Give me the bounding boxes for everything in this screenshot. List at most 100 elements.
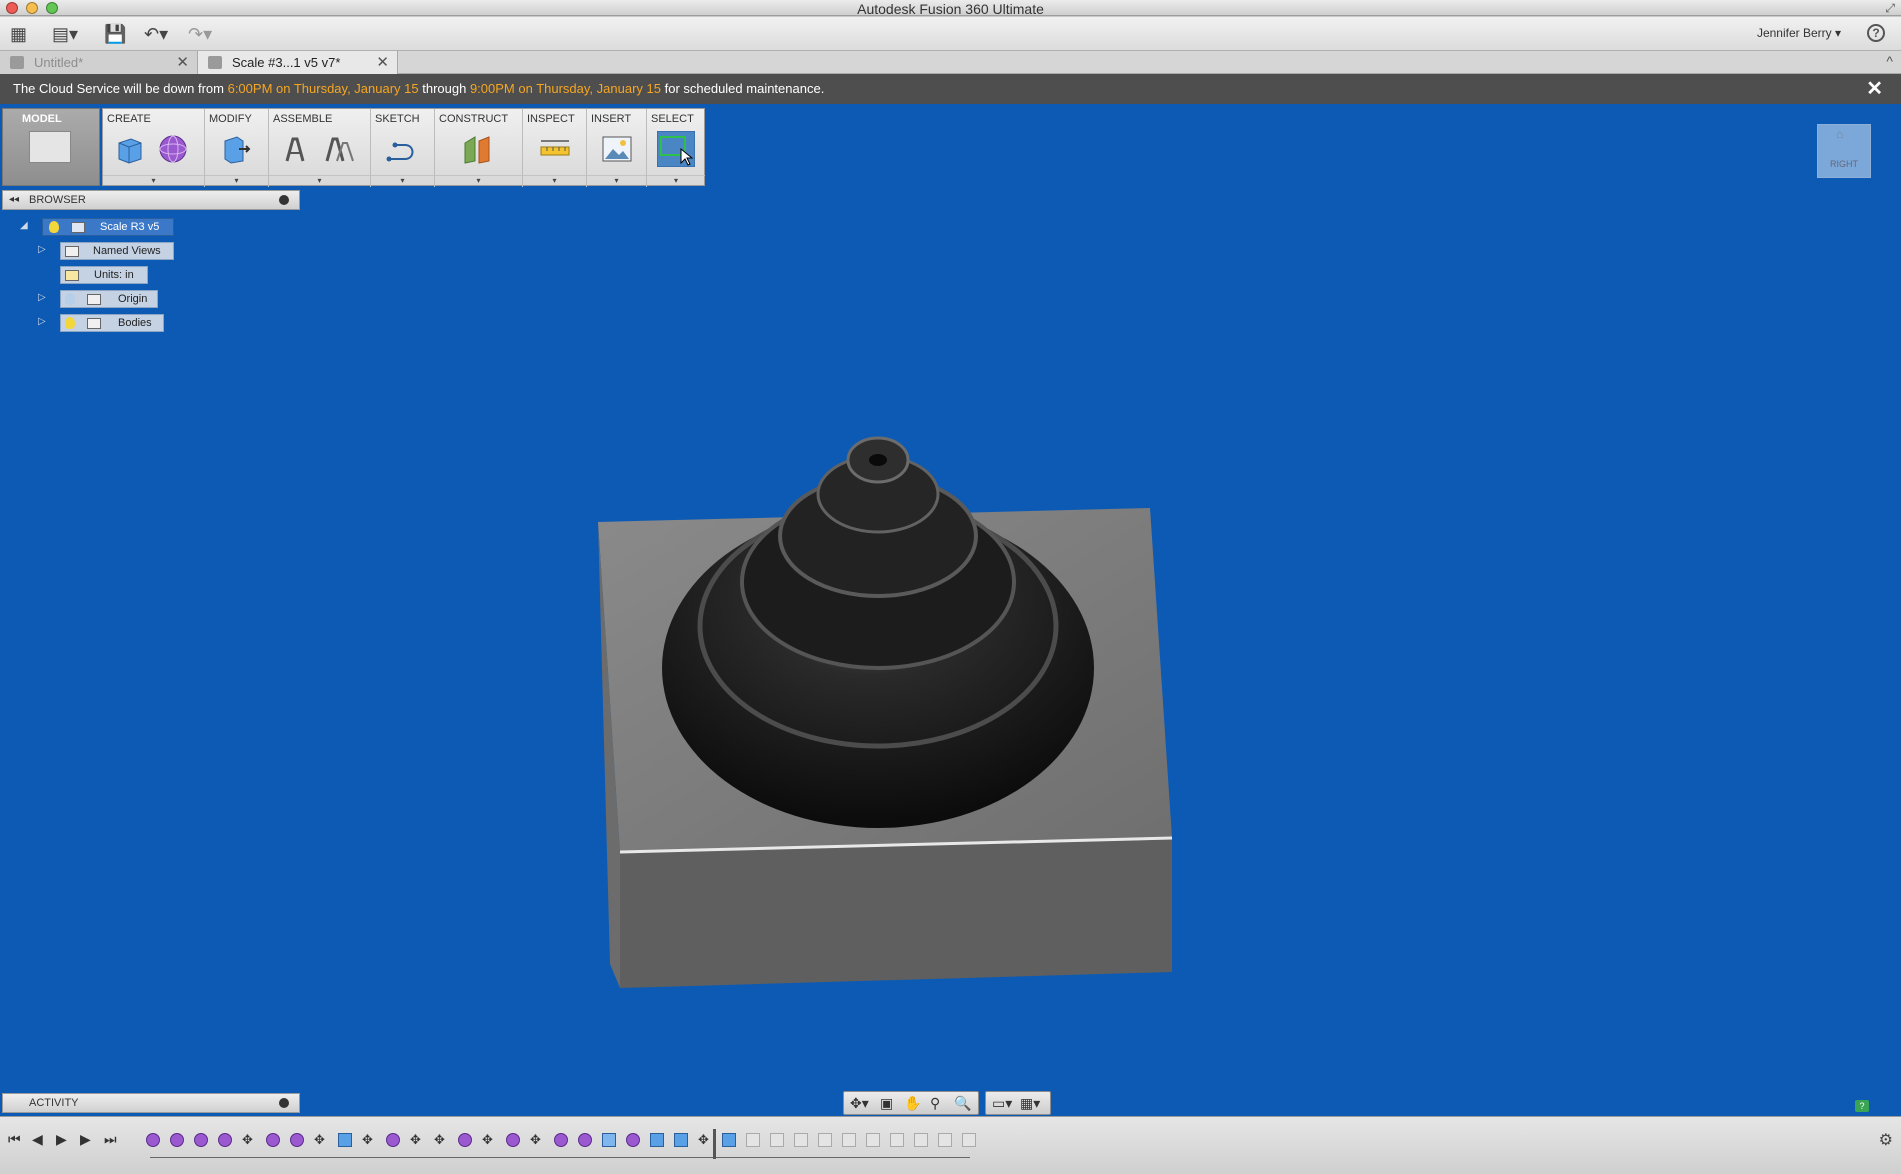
help-icon[interactable]: ?	[1867, 24, 1885, 42]
redo-icon[interactable]: ↷▾	[188, 23, 212, 45]
body-feature-icon[interactable]	[722, 1133, 736, 1147]
sketch-curve-icon[interactable]	[385, 133, 417, 165]
form-feature-icon[interactable]	[386, 1133, 400, 1147]
look-at-icon[interactable]: ▣	[880, 1095, 893, 1112]
insert-image-icon[interactable]	[601, 133, 633, 165]
form-feature-icon[interactable]	[506, 1133, 520, 1147]
dropdown-arrow[interactable]: ▾	[647, 175, 705, 186]
timeline-settings-icon[interactable]: ⚙	[1879, 1130, 1893, 1150]
ribbon-group-assemble[interactable]: ASSEMBLE ▾	[269, 109, 371, 187]
fullscreen-icon[interactable]: ⤢	[1885, 1, 1895, 16]
form-feature-icon[interactable]	[146, 1133, 160, 1147]
timeline-play-icon[interactable]: ▶	[56, 1131, 67, 1148]
body-feature-icon[interactable]	[650, 1133, 664, 1147]
form-feature-icon[interactable]	[218, 1133, 232, 1147]
move-feature-icon[interactable]: ✥	[410, 1133, 424, 1147]
suppressed-feature-icon[interactable]	[842, 1133, 856, 1147]
panel-pin-icon[interactable]	[279, 1098, 289, 1108]
collapse-icon[interactable]: ^	[1886, 53, 1893, 69]
browser-item-bodies[interactable]: Bodies	[60, 314, 164, 332]
suppressed-feature-icon[interactable]	[890, 1133, 904, 1147]
move-feature-icon[interactable]: ✥	[530, 1133, 544, 1147]
tab-scale[interactable]: Scale #3...1 v5 v7* ✕	[198, 51, 398, 74]
body-feature-icon[interactable]	[674, 1133, 688, 1147]
measure-icon[interactable]	[539, 133, 571, 165]
ribbon-group-modify[interactable]: MODIFY ▾	[205, 109, 269, 187]
collapse-arrow-icon[interactable]: ◢	[20, 220, 30, 231]
canvas-viewport[interactable]: MODEL CREATE ▾ MODIFY ▾ ASSEMBLE ▾ SKETC…	[0, 104, 1901, 1116]
home-view-icon[interactable]: ⌂	[1836, 127, 1843, 141]
form-feature-icon[interactable]	[578, 1133, 592, 1147]
browser-root-node[interactable]: Scale R3 v5	[42, 218, 174, 236]
form-feature-icon[interactable]	[626, 1133, 640, 1147]
form-feature-icon[interactable]	[194, 1133, 208, 1147]
body-feature-icon[interactable]	[338, 1133, 352, 1147]
ribbon-group-create[interactable]: CREATE ▾	[103, 109, 205, 187]
orbit-icon[interactable]: ✥▾	[850, 1095, 869, 1112]
dropdown-arrow[interactable]: ▾	[587, 175, 646, 186]
feedback-icon[interactable]: ?	[1855, 1100, 1869, 1112]
expand-arrow-icon[interactable]: ▷	[38, 316, 48, 327]
dropdown-arrow[interactable]: ▾	[371, 175, 434, 186]
app-grid-icon[interactable]: ▦	[10, 23, 27, 45]
expand-arrow-icon[interactable]: ▷	[38, 244, 48, 255]
timeline-step-back-icon[interactable]: ◀	[32, 1131, 43, 1148]
zoom-fit-icon[interactable]: 🔍	[954, 1095, 971, 1112]
as-built-joint-icon[interactable]	[323, 133, 355, 165]
panel-pin-icon[interactable]	[279, 195, 289, 205]
form-feature-icon[interactable]	[554, 1133, 568, 1147]
move-feature-icon[interactable]: ✥	[242, 1133, 256, 1147]
timeline-start-icon[interactable]: ⏮	[8, 1131, 21, 1148]
suppressed-feature-icon[interactable]	[866, 1133, 880, 1147]
move-feature-icon[interactable]: ✥	[698, 1133, 712, 1147]
browser-panel-header[interactable]: ◂◂ BROWSER	[2, 190, 300, 210]
form-feature-icon[interactable]	[290, 1133, 304, 1147]
combine-feature-icon[interactable]	[602, 1133, 616, 1147]
suppressed-feature-icon[interactable]	[746, 1133, 760, 1147]
move-feature-icon[interactable]: ✥	[362, 1133, 376, 1147]
timeline-track[interactable]	[150, 1157, 970, 1158]
timeline-marker[interactable]	[713, 1129, 716, 1159]
suppressed-feature-icon[interactable]	[818, 1133, 832, 1147]
visibility-bulb-icon[interactable]	[65, 293, 75, 305]
extrude-box-icon[interactable]	[113, 133, 145, 165]
visibility-bulb-icon[interactable]	[65, 317, 75, 329]
suppressed-feature-icon[interactable]	[770, 1133, 784, 1147]
collapse-panel-icon[interactable]: ◂◂	[9, 191, 19, 209]
save-icon[interactable]: 💾	[104, 23, 126, 45]
form-feature-icon[interactable]	[266, 1133, 280, 1147]
timeline-end-icon[interactable]: ⏭	[104, 1131, 117, 1148]
ribbon-group-insert[interactable]: INSERT ▾	[587, 109, 647, 187]
timeline-step-forward-icon[interactable]: ▶	[80, 1131, 91, 1148]
activity-panel-header[interactable]: ACTIVITY	[2, 1093, 300, 1113]
suppressed-feature-icon[interactable]	[914, 1133, 928, 1147]
ribbon-group-select[interactable]: SELECT ▾	[647, 109, 705, 187]
display-settings-icon[interactable]: ▭▾	[992, 1095, 1012, 1112]
ribbon-group-sketch[interactable]: SKETCH ▾	[371, 109, 435, 187]
dropdown-arrow[interactable]: ▾	[523, 175, 586, 186]
workspace-switcher[interactable]: MODEL	[2, 108, 100, 186]
pan-hand-icon[interactable]: ✋	[904, 1095, 921, 1112]
tab-untitled[interactable]: Untitled* ✕	[0, 51, 198, 74]
browser-item-named-views[interactable]: Named Views	[60, 242, 174, 260]
press-pull-icon[interactable]	[219, 133, 251, 165]
dropdown-arrow[interactable]: ▾	[103, 175, 204, 186]
visibility-bulb-icon[interactable]	[49, 221, 59, 233]
browser-item-units[interactable]: Units: in	[60, 266, 148, 284]
form-feature-icon[interactable]	[170, 1133, 184, 1147]
file-menu-icon[interactable]: ▤▾	[52, 23, 78, 45]
grid-settings-icon[interactable]: ▦▾	[1020, 1095, 1040, 1112]
form-feature-icon[interactable]	[458, 1133, 472, 1147]
undo-icon[interactable]: ↶▾	[144, 23, 168, 45]
offset-plane-icon[interactable]	[461, 133, 493, 165]
model-render[interactable]	[560, 384, 1200, 1024]
view-cube[interactable]: ⌂ RIGHT	[1817, 124, 1871, 178]
suppressed-feature-icon[interactable]	[794, 1133, 808, 1147]
ribbon-group-construct[interactable]: CONSTRUCT ▾	[435, 109, 523, 187]
close-tab-icon[interactable]: ✕	[176, 51, 189, 74]
expand-arrow-icon[interactable]: ▷	[38, 292, 48, 303]
dropdown-arrow[interactable]: ▾	[205, 175, 268, 186]
ribbon-group-inspect[interactable]: INSPECT ▾	[523, 109, 587, 187]
move-feature-icon[interactable]: ✥	[434, 1133, 448, 1147]
dropdown-arrow[interactable]: ▾	[269, 175, 370, 186]
